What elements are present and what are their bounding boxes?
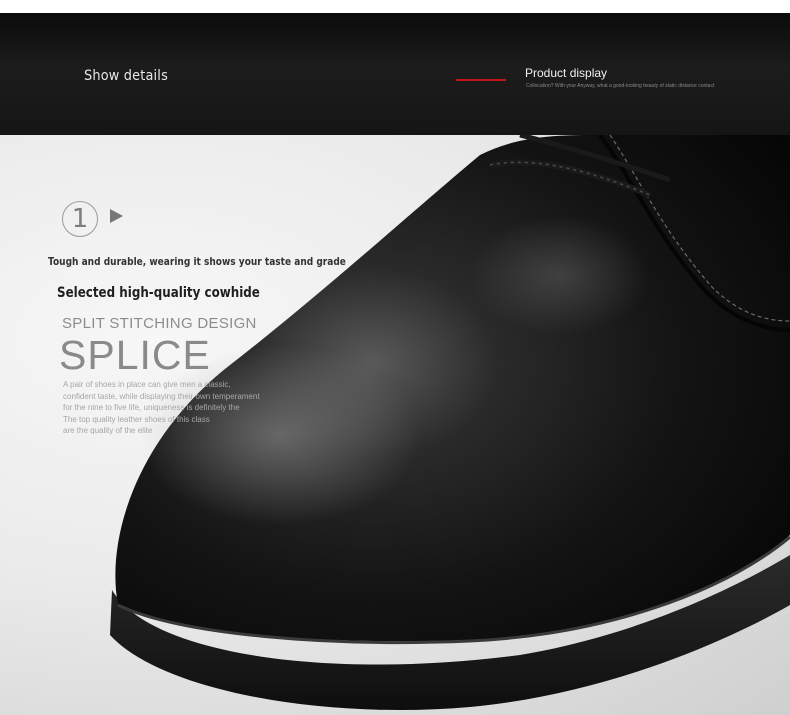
description-line: are the quality of the elite: [63, 426, 153, 435]
product-hero: 1 Tough and durable, wearing it shows yo…: [0, 135, 790, 715]
product-display-title: Product display: [525, 66, 608, 80]
header-banner: Show details Product display Collocation…: [0, 13, 790, 135]
feature-title: SPLICE: [59, 332, 211, 378]
arrow-right-icon: [110, 209, 123, 223]
product-display-subtitle: Collocation? With your Anyway, what a go…: [526, 83, 715, 89]
feature-tagline: Tough and durable, wearing it shows your…: [48, 255, 346, 268]
description-line: The top quality leather shoes of this cl…: [63, 414, 210, 424]
feature-description: A pair of shoes in place can give men a …: [63, 379, 278, 437]
description-line: for the nine to five life, uniqueness is…: [63, 403, 240, 412]
show-details-label: Show details: [84, 68, 168, 84]
feature-number-badge: 1: [62, 201, 98, 237]
description-line: confident taste, while displaying their …: [63, 391, 260, 401]
accent-line: [456, 79, 506, 81]
feature-heading: Selected high-quality cowhide: [57, 285, 260, 301]
description-line: A pair of shoes in place can give men a …: [63, 380, 231, 389]
feature-subtitle: SPLIT STITCHING DESIGN: [62, 315, 257, 332]
top-strip: [0, 0, 790, 13]
